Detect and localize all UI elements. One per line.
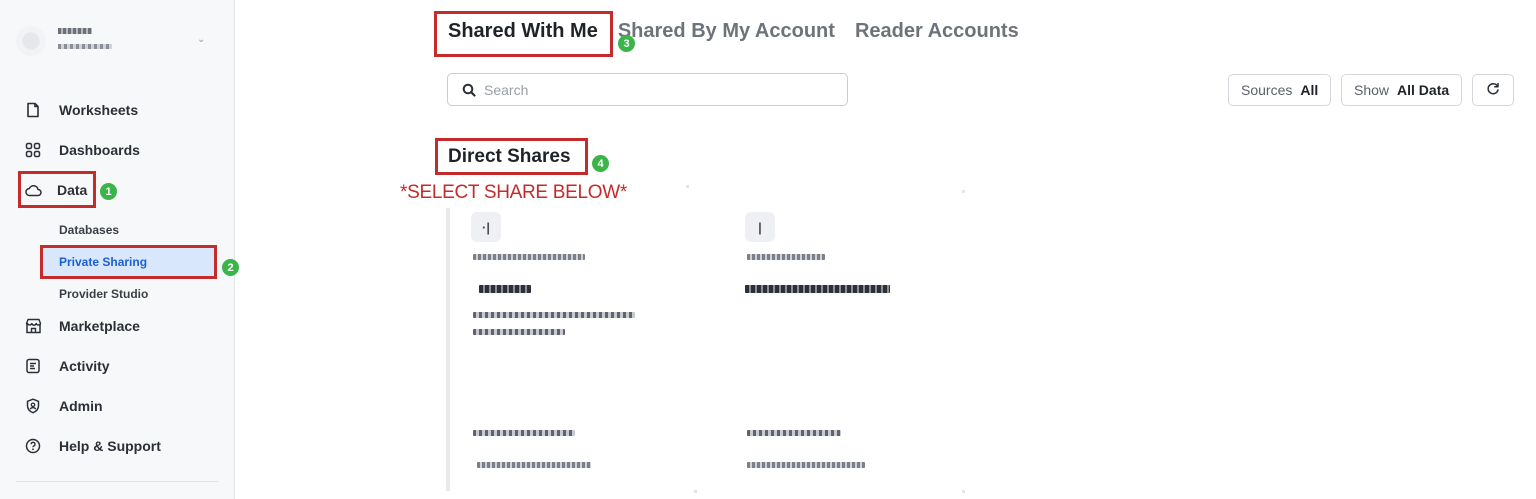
search-box[interactable] [447, 73, 848, 106]
tab-shared-with-me[interactable]: Shared With Me [448, 20, 598, 43]
share-name-redacted [745, 285, 890, 293]
share-date-redacted [747, 462, 865, 468]
account-switcher[interactable]: ⌄ [16, 22, 216, 62]
sources-filter-label: Sources [1241, 82, 1293, 98]
sidebar-subitem-private-sharing[interactable]: Private Sharing [42, 247, 214, 276]
sidebar-subitem-provider-studio[interactable]: Provider Studio [59, 284, 148, 304]
sidebar-item-label: Help & Support [59, 438, 161, 454]
share-description-redacted [473, 312, 635, 318]
dashboards-icon [23, 140, 43, 160]
show-filter-value: All Data [1397, 82, 1450, 98]
sidebar-item-activity[interactable]: Activity [16, 350, 216, 382]
decorative-speck [694, 490, 697, 493]
share-source-icon: ·| [471, 212, 501, 242]
sidebar-subitem-databases[interactable]: Databases [59, 220, 119, 240]
cloud-icon [23, 180, 43, 200]
sidebar-item-dashboards[interactable]: Dashboards [16, 134, 216, 166]
sidebar-item-label: Dashboards [59, 142, 140, 158]
app-window: ⌄ Worksheets Dashboards Data Databases P… [0, 0, 1536, 499]
tab-reader-accounts[interactable]: Reader Accounts [855, 20, 1019, 43]
sidebar-divider [16, 481, 218, 482]
chevron-down-icon[interactable]: ⌄ [197, 34, 205, 45]
share-type-redacted [747, 254, 825, 260]
refresh-icon [1486, 82, 1500, 99]
storefront-icon [23, 316, 43, 336]
refresh-button[interactable] [1472, 74, 1514, 106]
annotation-badge-1: 1 [100, 183, 117, 200]
search-icon [462, 83, 476, 97]
share-source-icon: | [745, 212, 775, 242]
activity-icon [23, 356, 43, 376]
direct-shares-heading: Direct Shares [448, 146, 571, 167]
sidebar-item-worksheets[interactable]: Worksheets [16, 94, 216, 126]
share-type-redacted [473, 254, 585, 260]
share-provider-redacted [473, 430, 575, 436]
decorative-speck [962, 190, 965, 193]
share-card[interactable]: ·| [471, 212, 731, 482]
sidebar-item-admin[interactable]: Admin [16, 390, 216, 422]
sidebar-item-label: Admin [59, 398, 103, 414]
account-avatar [16, 26, 46, 56]
decorative-speck [962, 490, 965, 493]
sidebar-item-label: Marketplace [59, 318, 140, 334]
share-name-redacted [479, 285, 531, 293]
share-tabs: Shared With Me Shared By My Account Read… [448, 20, 1019, 43]
annotation-badge-4: 4 [592, 155, 609, 172]
share-provider-redacted [747, 430, 841, 436]
annotation-select-share-note: *SELECT SHARE BELOW* [400, 182, 628, 203]
share-date-redacted [477, 462, 591, 468]
shield-icon [23, 396, 43, 416]
tab-shared-by-my-account[interactable]: Shared By My Account [618, 20, 835, 43]
help-icon [23, 436, 43, 456]
sidebar-item-label: Data [57, 182, 88, 198]
account-role-redacted [58, 44, 112, 49]
sidebar-item-help-support[interactable]: Help & Support [16, 430, 216, 462]
sources-filter-value: All [1300, 82, 1319, 98]
show-filter-button[interactable]: Show All Data [1341, 74, 1463, 106]
account-name-redacted [58, 28, 92, 34]
sources-filter-button[interactable]: Sources All [1228, 74, 1332, 106]
share-card[interactable]: | [745, 212, 1005, 482]
sidebar-item-label: Worksheets [59, 102, 139, 118]
search-input[interactable] [484, 81, 824, 98]
worksheet-icon [23, 100, 43, 120]
annotation-badge-3: 3 [618, 35, 635, 52]
decorative-speck [686, 185, 689, 188]
sidebar-item-marketplace[interactable]: Marketplace [16, 310, 216, 342]
share-description-redacted [473, 329, 565, 335]
show-filter-label: Show [1354, 82, 1390, 98]
annotation-badge-2: 2 [222, 259, 239, 276]
sidebar-item-label: Activity [59, 358, 110, 374]
share-list-rail [446, 208, 450, 491]
sidebar: ⌄ Worksheets Dashboards Data Databases P… [0, 0, 235, 499]
